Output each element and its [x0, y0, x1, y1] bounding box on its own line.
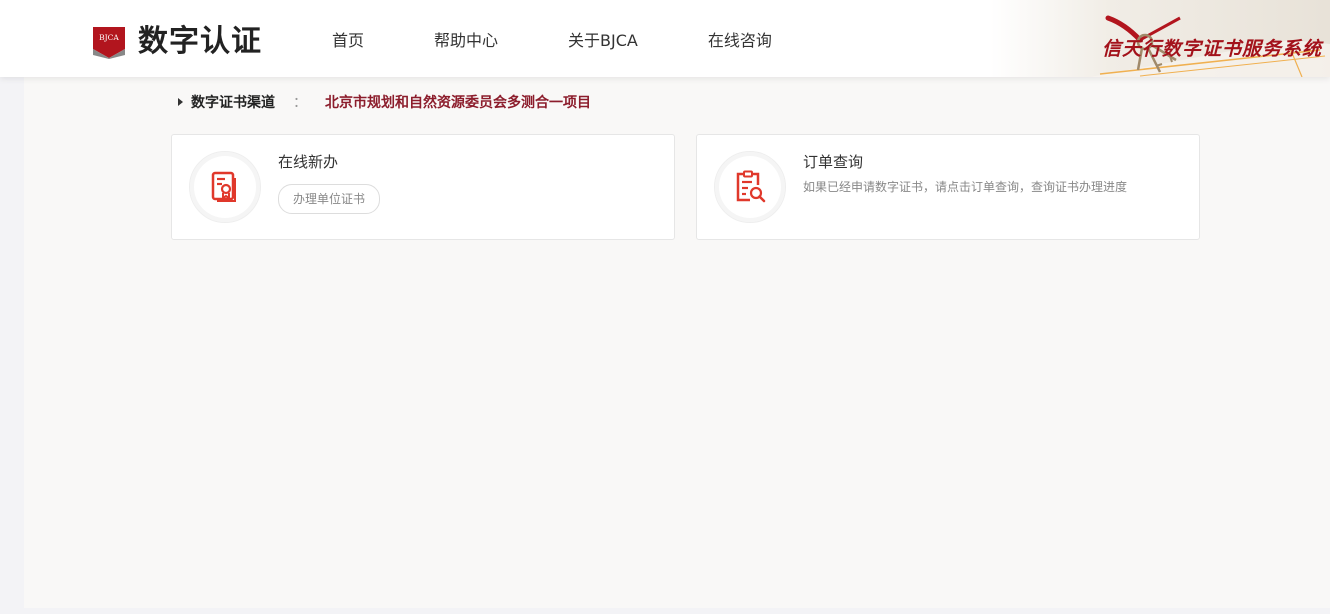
card-order-query[interactable]: 订单查询 如果已经申请数字证书，请点击订单查询，查询证书办理进度	[696, 134, 1200, 240]
logo-badge-text: BJCA	[99, 33, 119, 42]
nav-online-consult[interactable]: 在线咨询	[708, 28, 772, 54]
nav-about-bjca[interactable]: 关于BJCA	[568, 28, 638, 54]
card-online-new[interactable]: 在线新办 办理单位证书	[171, 134, 675, 240]
logo-text: 数字认证	[138, 24, 262, 59]
breadcrumb-separator: ：	[293, 95, 307, 111]
service-banner: 信天行数字证书服务系统	[990, 0, 1330, 77]
order-search-icon	[714, 151, 786, 223]
main-nav: 首页 帮助中心 关于BJCA 在线咨询	[332, 28, 842, 54]
card-description: 如果已经申请数字证书，请点击订单查询，查询证书办理进度	[803, 180, 1128, 194]
nav-help-center[interactable]: 帮助中心	[434, 28, 498, 54]
top-header: BJCA 数字认证 首页 帮助中心 关于BJCA 在线咨询 信天行数字证书服务系…	[0, 0, 1330, 77]
card-title: 在线新办	[278, 153, 339, 171]
certificate-document-icon	[189, 151, 261, 223]
breadcrumb-project: 北京市规划和自然资源委员会多测合一项目	[325, 95, 591, 111]
breadcrumb: 数字证书渠道 ： 北京市规划和自然资源委员会多测合一项目	[178, 92, 591, 112]
nav-home[interactable]: 首页	[332, 28, 364, 54]
breadcrumb-arrow-icon	[178, 98, 183, 106]
card-title: 订单查询	[803, 153, 864, 171]
banner-title: 信天行数字证书服务系统	[1101, 38, 1322, 60]
bjca-logo[interactable]: BJCA 数字认证	[92, 24, 262, 60]
breadcrumb-label: 数字证书渠道	[191, 95, 275, 111]
apply-unit-certificate-button[interactable]: 办理单位证书	[278, 184, 381, 214]
bjca-logo-icon: BJCA	[92, 25, 126, 59]
